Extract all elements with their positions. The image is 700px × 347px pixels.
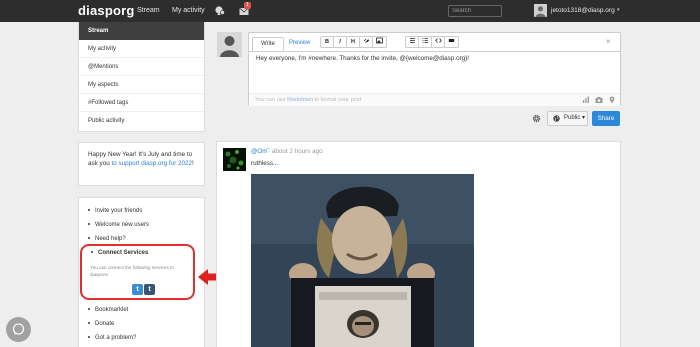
camera-icon[interactable]: [595, 96, 603, 104]
bullet: [88, 336, 90, 339]
sidebar-item-followed-tags[interactable]: #Followed tags: [79, 94, 204, 112]
connect-services-section: Connect Services You can connect the fol…: [80, 244, 195, 300]
markdown-hint-before: You can use: [255, 97, 288, 103]
tumblr-connect-button[interactable]: t: [144, 284, 155, 295]
need-help-link[interactable]: Need help?: [88, 236, 126, 242]
numbered-list-button[interactable]: [419, 37, 432, 47]
search-input[interactable]: [448, 5, 502, 17]
chat-button[interactable]: [6, 317, 31, 342]
sidebar-item-mentions[interactable]: @Mentions: [79, 58, 204, 76]
bullet: [91, 251, 93, 254]
avatar-image: [223, 148, 246, 171]
publisher-avatar: [217, 32, 242, 57]
bullet: [88, 209, 90, 212]
chat-icon: [12, 323, 25, 335]
heading-button[interactable]: H: [347, 37, 360, 47]
image-button[interactable]: [373, 37, 386, 47]
post-author-avatar[interactable]: [223, 148, 246, 171]
format-toolbar-blocks: [405, 36, 459, 48]
bullet: [88, 308, 90, 311]
code-icon: [434, 38, 442, 43]
quote-icon: [448, 39, 455, 42]
top-bar: diasporg Stream My activity 1 jetoto1318…: [0, 0, 700, 22]
bullet: [88, 237, 90, 240]
aspect-dropdown-label: Public ▾: [564, 115, 586, 121]
post-textarea[interactable]: Hey everyone, I'm #newhere. Thanks for t…: [256, 55, 469, 62]
twitter-connect-button[interactable]: t: [132, 284, 143, 295]
close-icon[interactable]: ×: [606, 37, 611, 46]
publisher-box: Write Preview B I H × Hey everyone, I'm …: [248, 32, 621, 106]
quote-button[interactable]: [445, 37, 458, 47]
share-button[interactable]: Share: [592, 111, 620, 126]
chart-icon[interactable]: [582, 96, 590, 104]
user-silhouette-icon: [217, 32, 242, 57]
tab-divider: [249, 51, 620, 52]
format-toolbar-text: B I H: [320, 36, 387, 48]
gear-icon[interactable]: [532, 114, 541, 123]
nav-my-activity[interactable]: My activity: [172, 7, 205, 14]
sidebar-item-public-activity[interactable]: Public activity: [79, 112, 204, 130]
user-menu-caret-icon[interactable]: ▾: [617, 7, 620, 13]
connect-services-label: Connect Services: [98, 250, 149, 256]
user-silhouette-icon: [534, 4, 547, 17]
user-avatar[interactable]: [534, 4, 547, 17]
sidebar-item-stream[interactable]: Stream: [79, 22, 204, 40]
markdown-hint-after: to format your post: [312, 97, 362, 103]
link-button[interactable]: [360, 37, 373, 47]
numbered-list-icon: [422, 38, 428, 43]
mention-icon[interactable]: [215, 6, 225, 16]
italic-button[interactable]: I: [334, 37, 347, 47]
connect-services-description: You can connect the following services t…: [90, 265, 174, 277]
globe-icon: [553, 115, 560, 122]
markdown-hint: You can use Markdown to format your post: [255, 97, 361, 103]
image-icon: [376, 37, 383, 44]
donate-link[interactable]: Donate: [88, 321, 114, 327]
bullet: [88, 223, 90, 226]
post-timestamp[interactable]: · about 2 hours ago: [268, 148, 323, 155]
announcement-box: Happy New Year! It's July and time to as…: [78, 142, 205, 186]
notification-badge: 1: [244, 2, 251, 9]
bold-button[interactable]: B: [321, 37, 334, 47]
invite-friends-link[interactable]: Invite your friends: [88, 208, 142, 214]
location-icon[interactable]: [608, 96, 616, 104]
user-menu-name[interactable]: jetoto1318@diasp.org: [551, 7, 615, 14]
stream-post: @Om˜ · about 2 hours ago ruthless...: [216, 141, 621, 347]
photo-image: [251, 174, 474, 347]
bullet-list-icon: [409, 38, 415, 43]
post-text: ruthless...: [251, 160, 279, 167]
bookmarklet-label: Bookmarklet: [95, 307, 129, 313]
code-button[interactable]: [432, 37, 445, 47]
welcome-users-link[interactable]: Welcome new users: [88, 222, 149, 228]
need-help-label: Need help?: [95, 236, 126, 242]
got-a-problem-link[interactable]: Got a problem?: [88, 335, 136, 341]
sidebar-item-my-activity[interactable]: My activity: [79, 40, 204, 58]
markdown-link[interactable]: Markdown: [287, 97, 313, 103]
invite-friends-label: Invite your friends: [95, 208, 143, 214]
welcome-users-label: Welcome new users: [95, 222, 149, 228]
bullet-list-button[interactable]: [406, 37, 419, 47]
connect-services-title: Connect Services: [91, 250, 148, 256]
announcement-text-end: !: [191, 160, 194, 167]
tab-write[interactable]: Write: [252, 37, 284, 51]
donate-label: Donate: [95, 321, 115, 327]
tab-preview[interactable]: Preview: [281, 37, 318, 51]
nav-stream[interactable]: Stream: [137, 7, 160, 14]
brand-logo[interactable]: diasporg: [78, 3, 135, 18]
got-a-problem-label: Got a problem?: [95, 335, 137, 341]
aspect-dropdown[interactable]: Public ▾: [547, 111, 588, 126]
sidebar-nav: Stream My activity @Mentions My aspects …: [78, 22, 205, 132]
post-photo[interactable]: [251, 174, 474, 347]
announcement-link[interactable]: to support diasp.org for 2022: [111, 160, 192, 167]
bullet: [88, 322, 90, 325]
bookmarklet-link[interactable]: Bookmarklet: [88, 307, 128, 313]
publisher-footer: You can use Markdown to format your post: [249, 93, 620, 106]
post-author-name[interactable]: @Om˜: [251, 148, 270, 155]
sidebar-item-my-aspects[interactable]: My aspects: [79, 76, 204, 94]
link-icon: [363, 38, 369, 43]
